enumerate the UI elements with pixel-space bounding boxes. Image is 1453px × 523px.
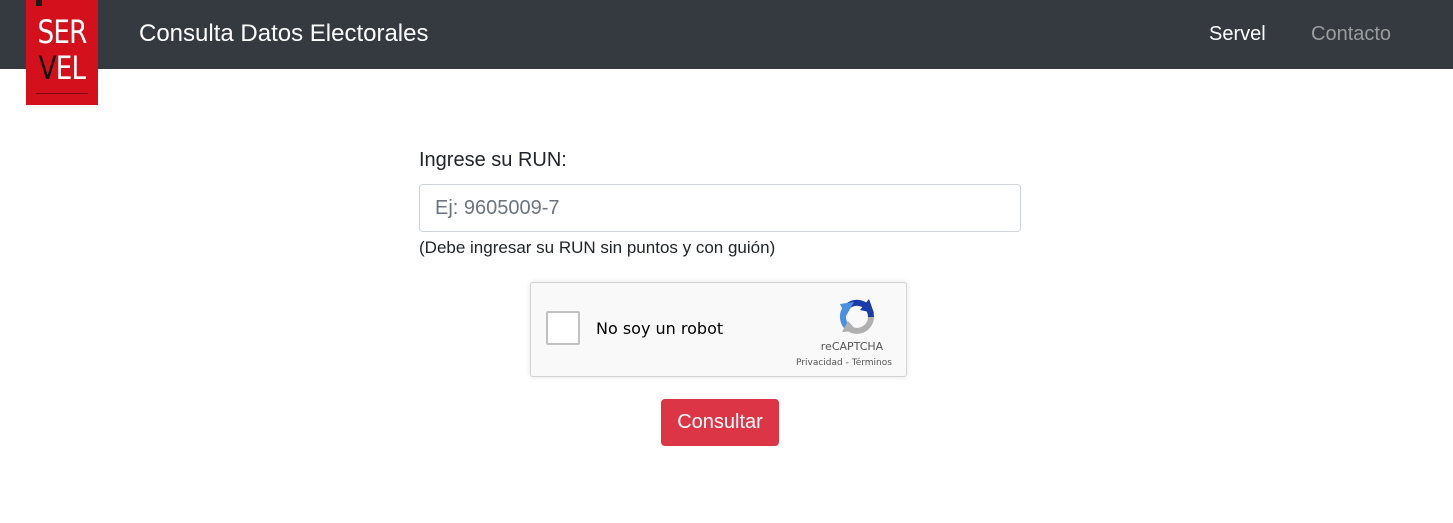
recaptcha-widget: No soy un robot reCAPTCHA Privacidad - T…: [530, 282, 907, 377]
logo-rule: [36, 93, 88, 94]
nav-link-servel[interactable]: Servel: [1209, 22, 1266, 46]
recaptcha-logo-icon: [839, 299, 875, 334]
run-help-text: (Debe ingresar su RUN sin puntos y con g…: [419, 238, 776, 257]
privacy-link[interactable]: Privacidad: [796, 358, 843, 368]
recaptcha-brand: reCAPTCHA: [820, 340, 884, 353]
consultar-button[interactable]: Consultar: [661, 399, 779, 446]
recaptcha-checkbox[interactable]: [546, 311, 580, 345]
run-input[interactable]: [419, 184, 1021, 232]
terms-link[interactable]: Términos: [852, 358, 892, 368]
recaptcha-links: Privacidad - Términos: [787, 357, 901, 369]
site-title[interactable]: Consulta Datos Electorales: [139, 18, 428, 50]
top-navbar: Consulta Datos Electorales Servel Contac…: [0, 0, 1453, 69]
servel-logo[interactable]: SER VEL: [26, 0, 98, 105]
logo-line-2: VEL: [32, 52, 91, 84]
logo-line-1: SER: [37, 13, 87, 51]
logo-letters-el: EL: [55, 49, 86, 87]
links-separator: -: [842, 358, 852, 368]
nav-link-contacto[interactable]: Contacto: [1311, 22, 1391, 46]
recaptcha-checkbox-label: No soy un robot: [596, 319, 724, 338]
logo-letter-v: V: [38, 49, 57, 87]
run-label: Ingrese su RUN:: [419, 149, 567, 171]
logo-mark: [36, 0, 42, 6]
